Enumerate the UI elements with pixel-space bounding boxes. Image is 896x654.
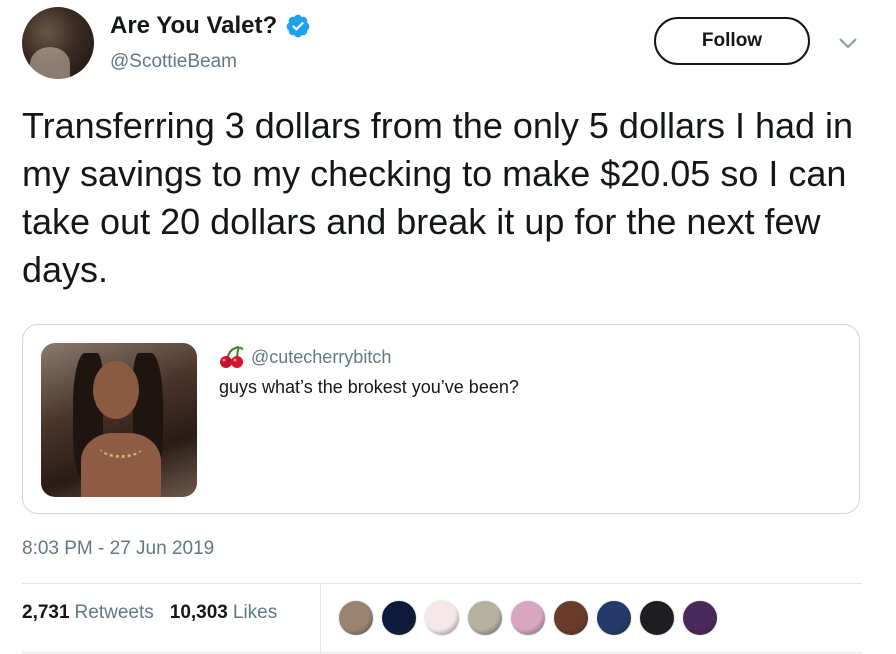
follow-button[interactable]: Follow: [654, 17, 810, 65]
quoted-tweet-header: @cutecherrybitch: [219, 345, 391, 369]
liker-avatar[interactable]: [381, 600, 417, 636]
author-handle[interactable]: @ScottieBeam: [110, 51, 237, 73]
chevron-down-icon[interactable]: [838, 36, 858, 50]
quoted-tweet-handle[interactable]: @cutecherrybitch: [251, 347, 391, 368]
liker-avatar[interactable]: [682, 600, 718, 636]
quoted-tweet-text: guys what’s the brokest you’ve been?: [219, 377, 519, 397]
liker-avatar[interactable]: [338, 600, 374, 636]
author-avatar[interactable]: [22, 7, 94, 79]
likers-avatars: [338, 600, 725, 636]
verified-badge-icon: [286, 14, 310, 38]
divider: [22, 583, 862, 584]
quoted-tweet-image[interactable]: [41, 343, 197, 497]
liker-avatar[interactable]: [639, 600, 675, 636]
tweet-stats: 2,731 Retweets 10,303 Likes: [22, 602, 277, 624]
liker-avatar[interactable]: [553, 600, 589, 636]
author-name-row: Are You Valet?: [110, 12, 311, 40]
divider: [22, 652, 862, 653]
likes-label[interactable]: Likes: [233, 602, 277, 624]
tweet-text: Transferring 3 dollars from the only 5 d…: [22, 105, 854, 290]
retweets-label[interactable]: Retweets: [75, 602, 154, 624]
cherry-icon: [220, 346, 244, 368]
stats-separator: [320, 584, 321, 652]
tweet-timestamp[interactable]: 8:03 PM - 27 Jun 2019: [22, 538, 214, 560]
retweets-count[interactable]: 2,731: [22, 602, 70, 624]
author-name[interactable]: Are You Valet?: [110, 12, 277, 40]
liker-avatar[interactable]: [596, 600, 632, 636]
likes-count[interactable]: 10,303: [170, 602, 228, 624]
liker-avatar[interactable]: [424, 600, 460, 636]
liker-avatar[interactable]: [510, 600, 546, 636]
quoted-tweet[interactable]: @cutecherrybitch guys what’s the brokest…: [22, 324, 860, 514]
tweet-header: Are You Valet? @ScottieBeam Follow: [0, 0, 896, 90]
liker-avatar[interactable]: [467, 600, 503, 636]
